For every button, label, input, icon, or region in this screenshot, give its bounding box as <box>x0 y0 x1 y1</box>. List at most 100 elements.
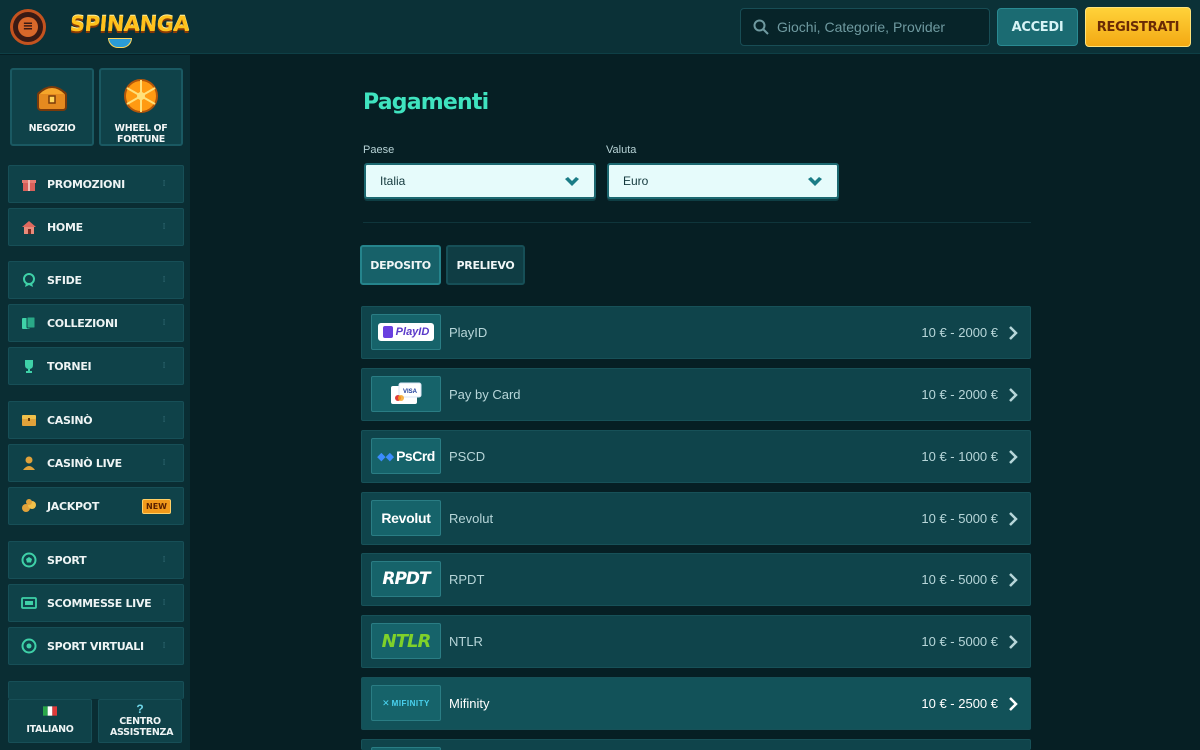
sidebar-item-jackpot[interactable]: JACKPOT NEW <box>8 487 184 525</box>
payment-method-range: 10 € - 5000 € <box>921 572 998 587</box>
chevron-icon: ⁞ <box>162 222 166 232</box>
virtual-sport-icon <box>20 637 38 655</box>
medal-icon <box>20 271 38 289</box>
country-value: Italia <box>380 174 406 188</box>
chevron-icon: ⁞ <box>162 415 166 425</box>
chest-icon <box>20 411 38 429</box>
language-button[interactable]: ITALIANO <box>8 699 92 743</box>
currency-label: Valuta <box>606 144 637 156</box>
sidebar-item-tornei[interactable]: TORNEI ⁞ <box>8 347 184 385</box>
chevron-icon: ⁞ <box>162 179 166 189</box>
new-badge: NEW <box>142 498 171 514</box>
chevron-down-icon <box>565 177 579 186</box>
chevron-icon: ⁞ <box>162 318 166 328</box>
sidebar-item-label: CASINÒ <box>47 413 93 427</box>
sidebar-item-sfide[interactable]: SFIDE ⁞ <box>8 261 184 299</box>
payment-method-row[interactable]: NTLR NTLR 10 € - 5000 € <box>361 615 1031 668</box>
payment-method-row[interactable]: RPDT RPDT 10 € - 5000 € <box>361 553 1031 606</box>
chevron-right-icon <box>1009 697 1018 711</box>
payment-method-name: Pay by Card <box>449 387 521 402</box>
search-input[interactable] <box>777 19 977 35</box>
sidebar-item-label: HOME <box>47 220 83 234</box>
payment-method-row-partial <box>361 739 1031 750</box>
chevron-icon: ⁞ <box>162 598 166 608</box>
payment-method-row[interactable]: Revolut Revolut 10 € - 5000 € <box>361 492 1031 545</box>
logo-text: SPINANGA <box>68 12 191 36</box>
cards-icon <box>20 314 38 332</box>
site-logo[interactable]: SPINANGA <box>69 8 190 48</box>
payment-method-row[interactable]: ✕ MIFINITY Mifinity 10 € - 2500 € <box>361 677 1031 730</box>
chevron-right-icon <box>1009 450 1018 464</box>
chevron-icon: ⁞ <box>162 555 166 565</box>
payment-method-name: Revolut <box>449 511 494 526</box>
sidebar: NEGOZIO WHEEL OF FORTUNE PROMOZIONI ⁞ HO… <box>0 55 190 750</box>
tile-label: NEGOZIO <box>28 123 76 134</box>
payment-method-range: 10 € - 1000 € <box>921 449 998 464</box>
payment-method-name: PSCD <box>449 449 486 464</box>
sidebar-item-scommesse-live[interactable]: SCOMMESSE LIVE ⁞ <box>8 584 184 622</box>
help-center-button[interactable]: ? CENTRO ASSISTENZA <box>98 699 182 743</box>
tab-deposito[interactable]: DEPOSITO <box>360 245 441 285</box>
sidebar-item-promozioni[interactable]: PROMOZIONI ⁞ <box>8 165 184 203</box>
coins-icon <box>20 497 38 515</box>
gift-icon <box>20 175 38 193</box>
payment-method-row[interactable]: ◆◆ PsCrd PSCD 10 € - 1000 € <box>361 430 1031 483</box>
sidebar-item-sport-virtuali[interactable]: SPORT VIRTUALI ⁞ <box>8 627 184 665</box>
menu-button[interactable]: ≡ <box>10 9 46 45</box>
sidebar-item-casino-live[interactable]: CASINÒ LIVE ⁞ <box>8 444 184 482</box>
payment-method-range: 10 € - 5000 € <box>921 511 998 526</box>
country-select[interactable]: Italia <box>364 163 596 199</box>
sidebar-item-label: SPORT <box>47 553 87 567</box>
currency-select[interactable]: Euro <box>607 163 839 199</box>
search-box[interactable] <box>740 8 990 46</box>
payment-method-row[interactable]: PlayID PlayID 10 € - 2000 € <box>361 306 1031 359</box>
divider <box>363 222 1031 223</box>
soccer-ball-icon <box>20 551 38 569</box>
payment-method-row[interactable]: VISA Pay by Card 10 € - 2000 € <box>361 368 1031 421</box>
payment-method-name: RPDT <box>449 572 485 587</box>
chevron-right-icon <box>1009 573 1018 587</box>
payment-method-name: PlayID <box>449 325 488 340</box>
italy-flag-icon <box>43 706 57 716</box>
help-label: CENTRO ASSISTENZA <box>110 716 174 738</box>
playid-logo: PlayID <box>371 314 441 350</box>
payment-method-range: 10 € - 2500 € <box>921 696 998 711</box>
payment-method-name: Mifinity <box>449 696 490 711</box>
tab-prelievo[interactable]: PRELIEVO <box>446 245 525 285</box>
ntlr-logo: NTLR <box>371 623 441 659</box>
chevron-icon: ⁞ <box>162 458 166 468</box>
payment-method-range: 10 € - 2000 € <box>921 325 998 340</box>
rpdt-logo: RPDT <box>371 561 441 597</box>
sidebar-item-label: PROMOZIONI <box>47 177 125 191</box>
payment-method-range: 10 € - 2000 € <box>921 387 998 402</box>
payment-method-range: 10 € - 5000 € <box>921 634 998 649</box>
mifinity-logo: ✕ MIFINITY <box>371 685 441 721</box>
sidebar-item-label: SPORT VIRTUALI <box>47 639 144 653</box>
chevron-icon: ⁞ <box>162 275 166 285</box>
chevron-right-icon <box>1009 326 1018 340</box>
sidebar-item-home[interactable]: HOME ⁞ <box>8 208 184 246</box>
chevron-icon: ⁞ <box>162 361 166 371</box>
sidebar-item-collezioni[interactable]: COLLEZIONI ⁞ <box>8 304 184 342</box>
chevron-down-icon <box>808 177 822 186</box>
country-label: Paese <box>363 144 395 156</box>
payment-method-name: NTLR <box>449 634 483 649</box>
register-button[interactable]: REGISTRATI <box>1085 7 1191 47</box>
fortune-wheel-icon <box>124 79 158 113</box>
logo-crest-icon <box>108 38 132 48</box>
chevron-right-icon <box>1009 388 1018 402</box>
sidebar-tile-wheel-of-fortune[interactable]: WHEEL OF FORTUNE <box>99 68 183 146</box>
sidebar-item-sport[interactable]: SPORT ⁞ <box>8 541 184 579</box>
sidebar-item-label: TORNEI <box>47 359 92 373</box>
card-logo: VISA <box>371 376 441 412</box>
chevron-right-icon <box>1009 512 1018 526</box>
login-button[interactable]: ACCEDI <box>997 8 1078 46</box>
search-icon <box>753 19 769 35</box>
sidebar-item-casino[interactable]: CASINÒ ⁞ <box>8 401 184 439</box>
sidebar-item-label: COLLEZIONI <box>47 316 118 330</box>
sidebar-tile-shop[interactable]: NEGOZIO <box>10 68 94 146</box>
language-label: ITALIANO <box>26 724 74 735</box>
chevron-icon: ⁞ <box>162 641 166 651</box>
sidebar-item-label: JACKPOT <box>47 499 100 513</box>
trophy-icon <box>20 357 38 375</box>
